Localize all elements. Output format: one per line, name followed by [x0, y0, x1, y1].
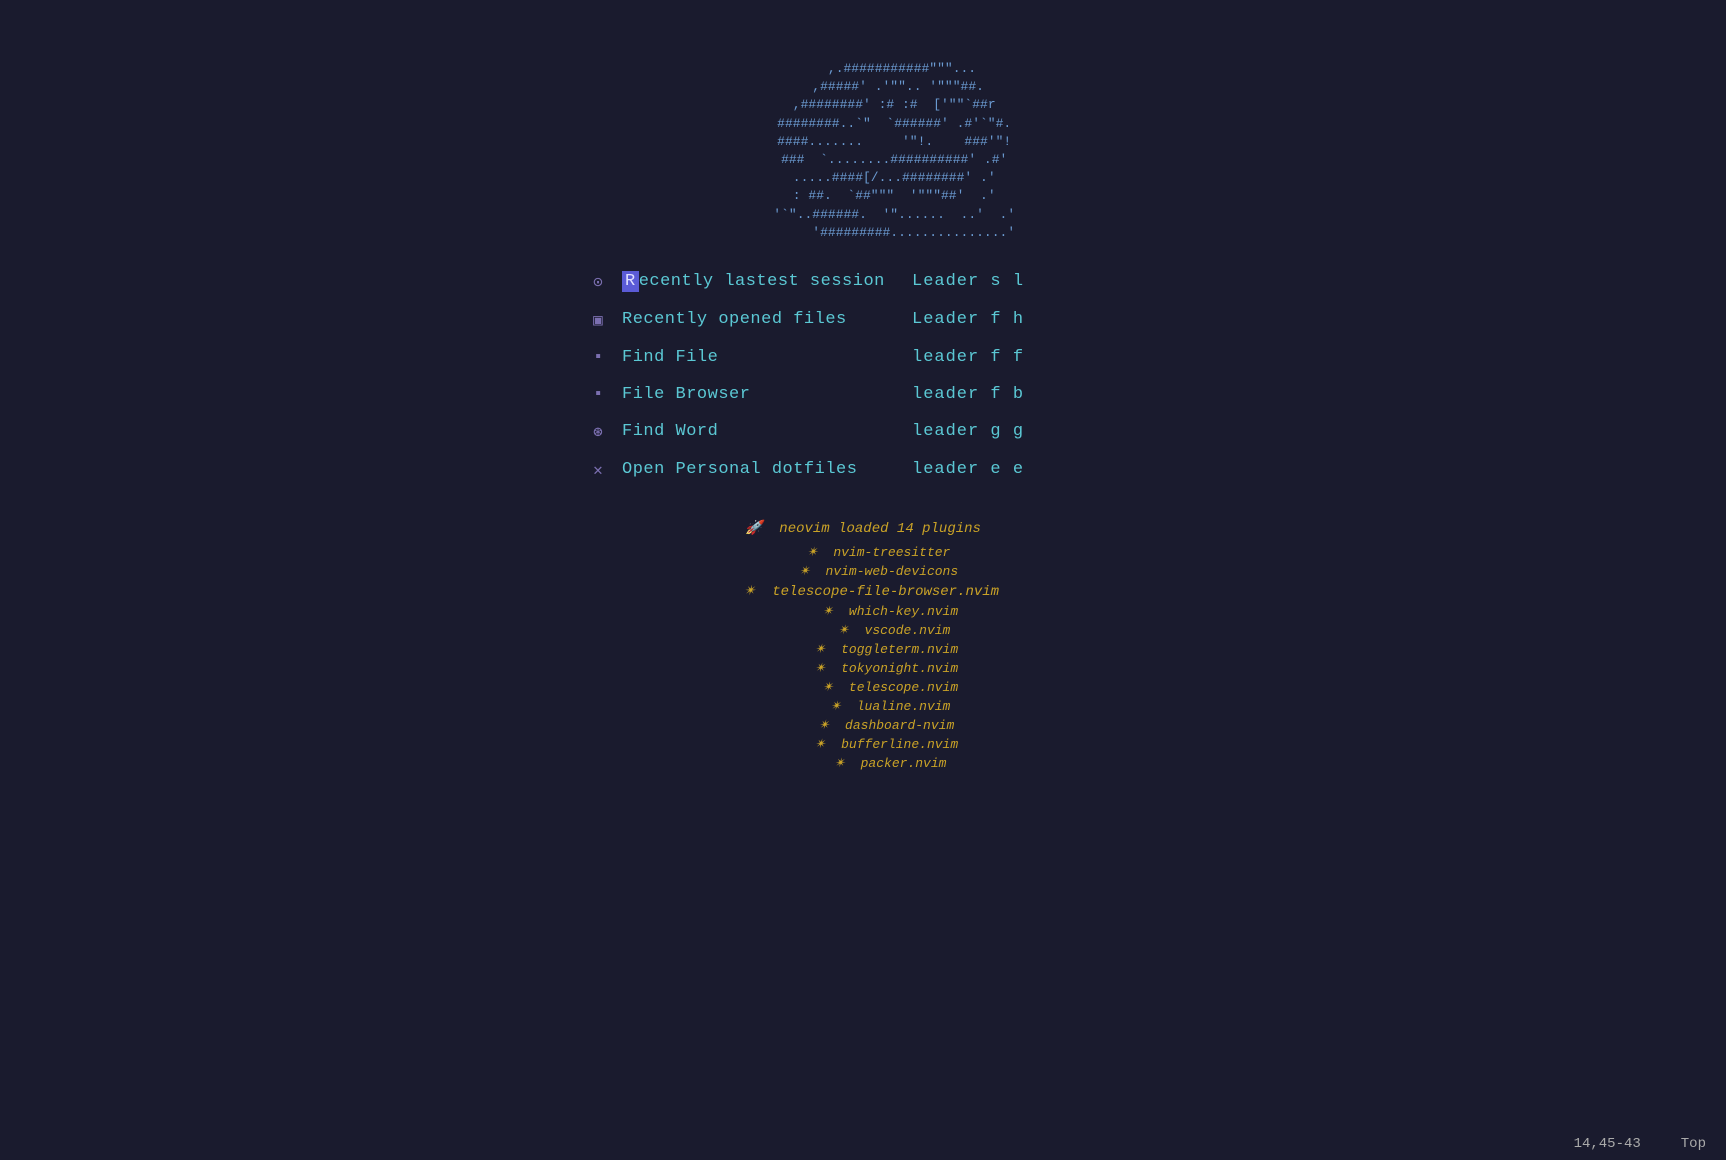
- ascii-art-logo: ,.###########"""... ,#####' .'"".. '"""#…: [711, 60, 1015, 242]
- plugin-treesitter: ✴ nvim-treesitter: [776, 545, 951, 560]
- file-browser-shortcut: leader f b: [912, 385, 1108, 404]
- dotfiles-label: Open Personal dotfiles: [622, 460, 902, 479]
- session-label-highlighted: R: [622, 271, 639, 292]
- session-label: Recently lastest session: [622, 272, 902, 291]
- menu-item-find-file[interactable]: ▪ Find File leader f f: [588, 348, 1108, 367]
- status-bar: 14,45-43 Top: [1554, 1128, 1726, 1160]
- status-position: 14,45-43: [1574, 1136, 1641, 1152]
- plugin-toggleterm: ✴ toggleterm.nvim: [768, 642, 958, 657]
- status-scroll: Top: [1681, 1136, 1706, 1152]
- menu-item-session[interactable]: ⊙ Recently lastest session Leader s l: [588, 272, 1108, 292]
- plugin-dashboard: ✴ dashboard-nvim: [772, 718, 955, 733]
- plugin-packer: ✴ packer.nvim: [780, 756, 947, 771]
- recent-files-shortcut: Leader f h: [912, 310, 1108, 329]
- plugin-telescope-file-browser: ✴ telescope-file-browser.nvim: [727, 583, 999, 600]
- find-file-icon: ▪: [588, 348, 608, 366]
- recent-files-label: Recently opened files: [622, 310, 902, 329]
- menu-item-dotfiles[interactable]: ✕ Open Personal dotfiles leader e e: [588, 460, 1108, 480]
- dotfiles-icon: ✕: [588, 460, 608, 480]
- find-file-label: Find File: [622, 348, 902, 367]
- menu-item-recent-files[interactable]: ▣ Recently opened files Leader f h: [588, 310, 1108, 330]
- plugin-lualine: ✴ lualine.nvim: [776, 699, 951, 714]
- plugin-web-devicons: ✴ nvim-web-devicons: [768, 564, 958, 579]
- file-browser-label: File Browser: [622, 385, 902, 404]
- plugin-vscode: ✴ vscode.nvim: [776, 623, 951, 638]
- find-file-shortcut: leader f f: [912, 348, 1108, 367]
- session-shortcut: Leader s l: [912, 272, 1108, 291]
- menu-section: ⊙ Recently lastest session Leader s l ▣ …: [588, 272, 1138, 480]
- menu-item-find-word[interactable]: ⊛ Find Word leader g g: [588, 422, 1108, 442]
- dotfiles-shortcut: leader e e: [912, 460, 1108, 479]
- file-browser-icon: ▪: [588, 385, 608, 403]
- plugin-which-key: ✴ which-key.nvim: [768, 604, 958, 619]
- session-icon: ⊙: [588, 272, 608, 292]
- plugin-telescope: ✴ telescope.nvim: [768, 680, 958, 695]
- find-word-label: Find Word: [622, 422, 902, 441]
- plugin-tokyonight: ✴ tokyonight.nvim: [768, 661, 958, 676]
- main-content: ,.###########"""... ,#####' .'"".. '"""#…: [0, 0, 1726, 771]
- find-word-icon: ⊛: [588, 422, 608, 442]
- find-word-shortcut: leader g g: [912, 422, 1108, 441]
- plugin-bufferline: ✴ bufferline.nvim: [768, 737, 958, 752]
- menu-item-file-browser[interactable]: ▪ File Browser leader f b: [588, 385, 1108, 404]
- plugins-title: 🚀 neovim loaded 14 plugins: [745, 520, 981, 537]
- plugins-section: 🚀 neovim loaded 14 plugins ✴ nvim-treesi…: [727, 520, 999, 771]
- recent-files-icon: ▣: [588, 310, 608, 330]
